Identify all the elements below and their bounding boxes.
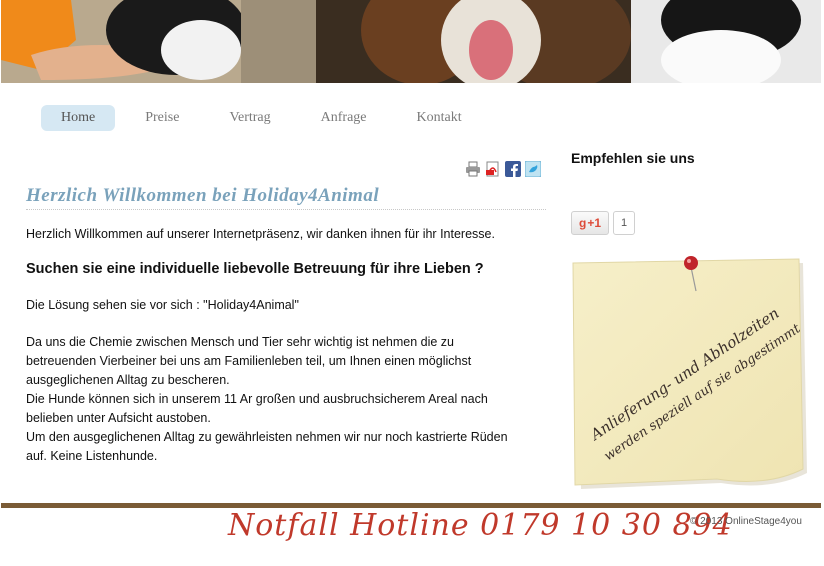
google-plus-label: +1 bbox=[587, 216, 602, 230]
paragraph-line: Da uns die Chemie zwischen Mensch und Ti… bbox=[26, 335, 454, 349]
twitter-icon[interactable] bbox=[524, 160, 542, 178]
emergency-hotline: Notfall Hotline 0179 10 30 894 bbox=[228, 508, 733, 543]
pdf-icon[interactable] bbox=[485, 161, 501, 177]
paragraph-line: Um den ausgeglichenen Alltag zu gewährle… bbox=[26, 430, 508, 444]
sticky-note: Anlieferung- und Abholzeiten werden spez… bbox=[571, 255, 816, 500]
paragraph-line: Die Hunde können sich in unserem 11 Ar g… bbox=[26, 392, 488, 406]
google-g-icon: g bbox=[578, 216, 587, 230]
nav-item-home[interactable]: Home bbox=[41, 105, 116, 131]
print-icon[interactable] bbox=[465, 161, 481, 177]
nav-item-vertrag[interactable]: Vertrag bbox=[209, 105, 290, 131]
main-content: Herzlich Willkommen bei Holiday4Animal H… bbox=[26, 185, 546, 466]
paragraph-line: auf. Keine Listenhunde. bbox=[26, 449, 158, 463]
pushpin-icon bbox=[684, 256, 698, 270]
paragraph-line: ausgeglichenen Alltag zu bescheren. bbox=[26, 373, 230, 387]
body-paragraph: Da uns die Chemie zwischen Mensch und Ti… bbox=[26, 333, 546, 466]
facebook-icon[interactable] bbox=[505, 161, 521, 177]
copyright-text[interactable]: © 2013 OnlineStage4you bbox=[690, 516, 802, 527]
nav-item-preise[interactable]: Preise bbox=[125, 105, 199, 131]
paragraph-line: belieben unter Aufsicht austoben. bbox=[26, 411, 211, 425]
google-plus-count: 1 bbox=[613, 211, 635, 235]
sidebar-title: Empfehlen sie uns bbox=[571, 150, 695, 166]
paragraph-line: betreuenden Vierbeiner bei uns am Famili… bbox=[26, 354, 472, 368]
subheading: Suchen sie eine individuelle liebevolle … bbox=[26, 261, 484, 277]
solution-text: Die Lösung sehen sie vor sich : "Holiday… bbox=[26, 298, 299, 312]
sidebar: Empfehlen sie uns g +1 1 Anlieferung- un… bbox=[571, 150, 816, 489]
intro-text: Herzlich Willkommen auf unserer Internet… bbox=[26, 227, 495, 241]
main-navigation: Home Preise Vertrag Anfrage Kontakt bbox=[41, 105, 492, 131]
nav-item-anfrage[interactable]: Anfrage bbox=[301, 105, 387, 131]
page-title: Herzlich Willkommen bei Holiday4Animal bbox=[26, 185, 546, 210]
header-banner-image bbox=[1, 0, 821, 83]
google-plus-widget: g +1 1 bbox=[571, 211, 635, 235]
google-plus-button[interactable]: g +1 bbox=[571, 211, 609, 235]
nav-item-kontakt[interactable]: Kontakt bbox=[397, 105, 482, 131]
share-toolbar bbox=[465, 160, 542, 178]
